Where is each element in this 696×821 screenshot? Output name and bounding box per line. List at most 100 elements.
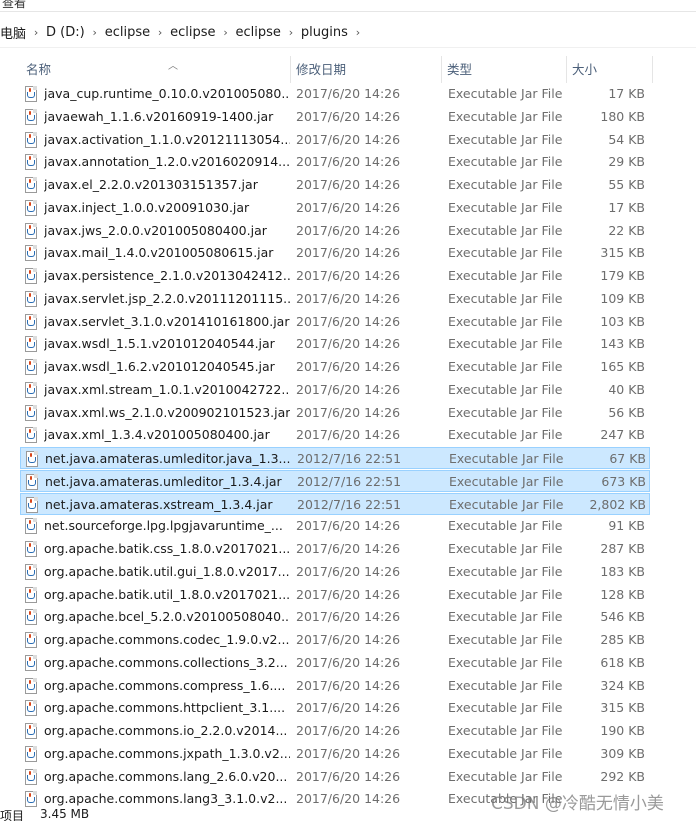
file-type: Executable Jar File [449, 473, 564, 489]
breadcrumb-item[interactable]: plugins [299, 18, 350, 48]
file-name: javax.jws_2.0.0.v201005080400.jar [44, 222, 267, 238]
chevron-right-icon[interactable]: › [28, 26, 44, 39]
file-size: 324 KB [600, 677, 645, 693]
file-row[interactable]: javax.activation_1.1.0.v20121113054... 20… [20, 129, 650, 151]
file-row[interactable]: org.apache.commons.codec_1.9.0.v2... 2017… [20, 629, 650, 651]
file-name: javaewah_1.1.6.v20160919-1400.jar [44, 108, 274, 124]
column-header-name-label: 名称 [26, 62, 52, 77]
column-header-name[interactable]: 名称 ︿ [20, 56, 290, 83]
file-date-modified: 2017/6/20 14:26 [296, 108, 401, 124]
file-type: Executable Jar File [448, 427, 563, 443]
file-date-modified: 2017/6/20 14:26 [296, 518, 401, 534]
file-name: org.apache.commons.io_2.2.0.v2014... [44, 723, 288, 738]
file-row[interactable]: org.apache.commons.compress_1.6.... 2017/… [20, 675, 650, 697]
file-row[interactable]: java_cup.runtime_0.10.0.v201005080... 201… [20, 83, 650, 105]
column-divider[interactable] [652, 56, 653, 83]
file-row[interactable]: javax.xml_1.3.4.v201005080400.jar 2017/6/… [20, 424, 650, 446]
file-row[interactable]: org.apache.bcel_5.2.0.v20100508040... 201… [20, 606, 650, 628]
status-selection-size: 3.45 MB [40, 807, 90, 821]
file-size: 285 KB [600, 632, 645, 647]
file-type: Executable Jar File [448, 677, 563, 693]
file-date-modified: 2017/6/20 14:26 [296, 154, 401, 170]
chevron-right-icon[interactable]: › [152, 26, 168, 39]
file-row[interactable]: javax.mail_1.4.0.v201005080615.jar 2017/6… [20, 242, 650, 264]
file-type: Executable Jar File [449, 496, 564, 512]
file-row[interactable]: javax.el_2.2.0.v201303151357.jar 2017/6/2… [20, 174, 650, 196]
file-row[interactable]: org.apache.commons.jxpath_1.3.0.v2... 201… [20, 743, 650, 765]
file-row[interactable]: org.apache.commons.lang_2.6.0.v20... 2017… [20, 766, 650, 788]
file-date-modified: 2017/6/20 14:26 [296, 586, 401, 602]
file-row[interactable]: org.apache.batik.util_1.8.0.v2017021... 2… [20, 584, 650, 606]
file-row[interactable]: javax.servlet.jsp_2.2.0.v20111201115... 2… [20, 288, 650, 310]
chevron-right-icon[interactable]: › [283, 26, 299, 39]
file-name: javax.activation_1.1.0.v20121113054... [44, 131, 290, 147]
file-name: org.apache.commons.collections_3.2... [44, 654, 288, 670]
file-size: 2,802 KB [589, 496, 646, 512]
file-size: 54 KB [608, 131, 645, 147]
file-date-modified: 2017/6/20 14:26 [296, 336, 401, 352]
jar-file-icon [23, 222, 39, 239]
file-name: org.apache.commons.lang_2.6.0.v20... [44, 768, 288, 784]
menu-view-fragment[interactable]: 查看 [2, 0, 26, 11]
jar-file-icon [23, 336, 39, 353]
file-row[interactable]: javax.xml.ws_2.1.0.v200902101523.jar 2017… [20, 402, 650, 424]
file-row[interactable]: org.apache.commons.collections_3.2... 201… [20, 652, 650, 674]
address-bar[interactable]: 电脑 › D (D:) › eclipse › eclipse › eclipse › plugin… [0, 18, 696, 48]
jar-file-icon [24, 496, 40, 513]
breadcrumb-label: plugins [300, 25, 348, 40]
file-size: 143 KB [600, 336, 645, 352]
chevron-right-icon[interactable]: › [87, 26, 103, 39]
file-row[interactable]: javax.annotation_1.2.0.v2016020914... 201… [20, 151, 650, 173]
file-name: org.apache.commons.httpclient_3.1.... [44, 700, 286, 716]
file-type: Executable Jar File [448, 632, 563, 647]
file-row[interactable]: net.java.amateras.umleditor_1.3.4.jar 201… [20, 469, 650, 492]
file-size: 22 KB [608, 222, 645, 238]
file-size: 55 KB [608, 177, 645, 192]
file-date-modified: 2017/6/20 14:26 [296, 268, 401, 283]
file-name: org.apache.commons.codec_1.9.0.v2... [44, 632, 290, 647]
file-row[interactable]: net.sourceforge.lpg.lpgjavaruntime_... 20… [20, 515, 650, 537]
column-header-size[interactable]: 大小 [566, 56, 652, 83]
file-row[interactable]: org.apache.commons.io_2.2.0.v2014... 2017… [20, 720, 650, 742]
file-date-modified: 2017/6/20 14:26 [296, 131, 401, 147]
file-size: 618 KB [600, 654, 645, 670]
file-row[interactable]: javax.xml.stream_1.0.1.v2010042722... 201… [20, 379, 650, 401]
file-type: Executable Jar File [448, 654, 563, 670]
file-row[interactable]: org.apache.commons.httpclient_3.1.... 201… [20, 697, 650, 719]
jar-file-icon [23, 609, 39, 626]
file-row[interactable]: net.java.amateras.umleditor.java_1.3....… [20, 447, 650, 469]
column-header-date[interactable]: 修改日期 [290, 56, 440, 83]
breadcrumb-item[interactable]: D (D:) [44, 18, 87, 48]
file-name: org.apache.batik.util_1.8.0.v2017021... [44, 586, 290, 602]
jar-file-icon [23, 381, 39, 398]
file-row[interactable]: org.apache.batik.css_1.8.0.v2017021... 20… [20, 538, 650, 560]
file-name: javax.wsdl_1.5.1.v201012040544.jar [44, 336, 275, 352]
chevron-right-icon[interactable]: › [218, 26, 234, 39]
file-row[interactable]: javaewah_1.1.6.v20160919-1400.jar 2017/6/… [20, 106, 650, 128]
breadcrumb-item[interactable]: 电脑 [0, 18, 28, 48]
file-size: 190 KB [600, 723, 645, 738]
file-row[interactable]: org.apache.batik.util.gui_1.8.0.v2017...… [20, 561, 650, 583]
jar-file-icon [23, 245, 39, 262]
file-row[interactable]: javax.inject_1.0.0.v20091030.jar 2017/6/2… [20, 197, 650, 219]
jar-file-icon [23, 745, 39, 762]
file-type: Executable Jar File [448, 131, 563, 147]
file-row[interactable]: javax.jws_2.0.0.v201005080400.jar 2017/6/… [20, 220, 650, 242]
file-name: org.apache.commons.jxpath_1.3.0.v2... [44, 745, 290, 761]
file-row[interactable]: javax.wsdl_1.6.2.v201012040545.jar 2017/6… [20, 356, 650, 378]
file-row[interactable]: net.java.amateras.xstream_1.3.4.jar 2012/… [20, 492, 650, 515]
file-row[interactable]: javax.servlet_3.1.0.v201410161800.jar 201… [20, 311, 650, 333]
chevron-right-icon[interactable]: › [350, 26, 366, 39]
jar-file-icon [24, 451, 40, 467]
file-name: net.java.amateras.xstream_1.3.4.jar [45, 496, 273, 512]
breadcrumb-item[interactable]: eclipse [168, 18, 217, 48]
breadcrumb-item[interactable]: eclipse [103, 18, 152, 48]
file-name: org.apache.batik.util.gui_1.8.0.v2017... [44, 563, 290, 579]
breadcrumb-item[interactable]: eclipse [234, 18, 283, 48]
file-name: javax.mail_1.4.0.v201005080615.jar [44, 245, 274, 261]
file-row[interactable]: javax.wsdl_1.5.1.v201012040544.jar 2017/6… [20, 333, 650, 355]
file-row[interactable]: javax.persistence_2.1.0.v2013042412... 20… [20, 265, 650, 287]
column-header-type[interactable]: 类型 [441, 56, 565, 83]
file-date-modified: 2017/6/20 14:26 [296, 359, 401, 374]
file-type: Executable Jar File [448, 313, 563, 329]
